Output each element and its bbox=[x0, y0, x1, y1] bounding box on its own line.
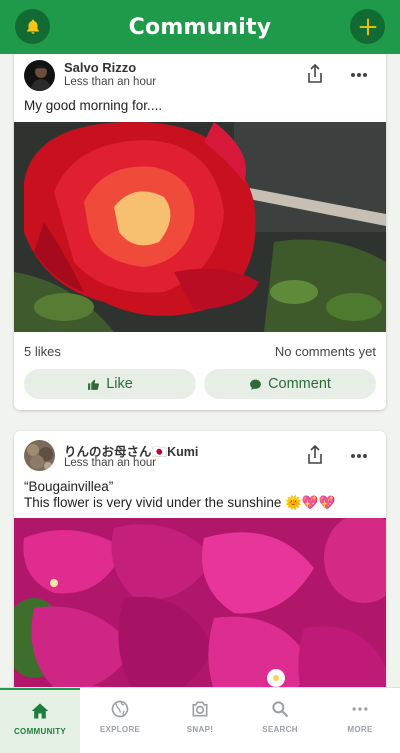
like-button[interactable]: Like bbox=[24, 369, 196, 399]
page-title: Community bbox=[128, 14, 272, 40]
avatar[interactable] bbox=[24, 60, 55, 91]
like-label: Like bbox=[106, 376, 133, 392]
more-options-icon[interactable] bbox=[350, 453, 368, 459]
post-text-line: “Bougainvillea” bbox=[24, 479, 114, 494]
more-options-icon[interactable] bbox=[350, 72, 368, 78]
share-icon[interactable] bbox=[306, 64, 324, 84]
tab-label: MORE bbox=[347, 725, 373, 734]
thumbs-up-icon bbox=[88, 379, 100, 390]
post-time: Less than an hour bbox=[64, 76, 157, 88]
tab-explore[interactable]: EXPLORE bbox=[80, 688, 160, 753]
tab-label: COMMUNITY bbox=[13, 727, 67, 736]
add-post-button[interactable] bbox=[350, 9, 385, 44]
search-icon bbox=[272, 701, 289, 718]
app-header: Community bbox=[0, 0, 400, 54]
post-text-line: This flower is very vivid under the suns… bbox=[24, 495, 336, 510]
likes-count[interactable]: 5 likes bbox=[24, 344, 61, 359]
home-icon bbox=[31, 703, 49, 719]
post-card: Salvo Rizzo Less than an hour My good mo… bbox=[14, 54, 386, 410]
tab-label: SEARCH bbox=[262, 725, 298, 734]
post-time: Less than an hour bbox=[64, 457, 157, 469]
comment-button[interactable]: Comment bbox=[204, 369, 376, 399]
tab-snap[interactable]: SNAP! bbox=[160, 688, 240, 753]
post-card: りんのお母さん🇯🇵Kumi Less than an hour “Bougain… bbox=[14, 431, 386, 687]
tab-more[interactable]: MORE bbox=[320, 688, 400, 753]
comment-icon bbox=[250, 379, 261, 390]
globe-icon bbox=[111, 700, 129, 718]
post-photo[interactable] bbox=[14, 518, 386, 687]
tab-label: SNAP! bbox=[186, 725, 214, 734]
comments-count[interactable]: No comments yet bbox=[275, 344, 376, 359]
share-icon[interactable] bbox=[306, 445, 324, 465]
tab-label: EXPLORE bbox=[99, 725, 141, 734]
comment-label: Comment bbox=[268, 376, 331, 392]
avatar[interactable] bbox=[24, 440, 55, 471]
more-dots-icon bbox=[352, 707, 368, 711]
community-feed[interactable]: Salvo Rizzo Less than an hour My good mo… bbox=[0, 54, 400, 687]
post-photo[interactable] bbox=[14, 122, 386, 332]
plus-icon bbox=[359, 18, 376, 35]
tab-search[interactable]: SEARCH bbox=[240, 688, 320, 753]
tab-community[interactable]: COMMUNITY bbox=[0, 688, 80, 753]
camera-icon bbox=[192, 701, 208, 717]
bottom-tab-bar: COMMUNITY EXPLORE SNAP! SEARCH MORE bbox=[0, 687, 400, 753]
post-author[interactable]: Salvo Rizzo bbox=[64, 60, 136, 75]
bell-icon bbox=[26, 19, 39, 34]
notifications-button[interactable] bbox=[15, 9, 50, 44]
post-text: My good morning for.... bbox=[24, 98, 163, 113]
